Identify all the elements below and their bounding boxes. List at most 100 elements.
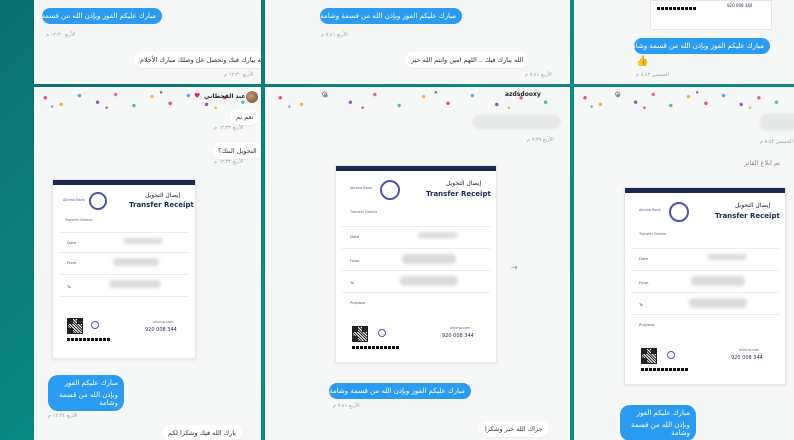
receipt-title-en: Transfer Receipt	[715, 212, 780, 220]
purpose-label: Purpose	[350, 300, 366, 305]
timestamp: الأربع ١٢:٣٢ م	[214, 159, 244, 165]
bank-phone: 920 008 344	[731, 355, 763, 361]
bank-logo-icon	[91, 321, 99, 329]
qr-code-icon	[67, 318, 83, 334]
divider	[631, 314, 779, 315]
barcode	[67, 338, 111, 341]
message-in[interactable]: جزاك الله خير وشكرا	[479, 421, 549, 437]
settings-icon[interactable]: ⚙	[321, 90, 328, 99]
message-text: مبارك عليكم الفوز	[402, 12, 456, 20]
message-out[interactable]: مبارك عليكم الفوز وبإذن الله من قسمة وشا…	[320, 8, 462, 24]
redacted-value	[109, 280, 161, 288]
bank-phone: 920 008 344	[442, 333, 474, 339]
bank-name: Alinma Bank	[63, 198, 86, 202]
message-text: وبإذن الله من قسمة وشامة	[58, 391, 118, 407]
message-in[interactable]: الله يبارك فيك ونحصل عل وصلك مبارك الأحل…	[134, 52, 261, 68]
from-label: From	[639, 280, 649, 285]
message-text: الله يبارك فيك .. اللهم امين وانتم الله …	[411, 56, 524, 64]
message-text: مبارك عليكم الفوز	[710, 42, 764, 50]
chat-panel-top-left: مبارك عليكم الفوز وبإذن الله من قسمة وشا…	[34, 0, 261, 84]
redacted-message	[760, 113, 794, 131]
bank-phone: 920 008 344	[145, 327, 177, 333]
to-label: To	[639, 302, 643, 307]
divider	[342, 292, 490, 293]
redacted-value	[689, 298, 747, 308]
divider	[631, 270, 779, 271]
settings-icon[interactable]: ⚙	[614, 90, 621, 99]
username: azdsdooxy	[505, 91, 541, 98]
message-out[interactable]: مبارك عليكم الفوز وبإذن الله من قسمة وشا…	[329, 383, 471, 399]
bank-name: Alinma Bank	[350, 186, 373, 190]
receipt-header-bar	[53, 180, 195, 185]
heart-icon: ♥	[194, 92, 201, 100]
redacted-value	[400, 276, 458, 286]
chat-panel-mid-right: ⚙ الخميس ٥:٤٢ م تم ابلاغ الفائز إيصال ال…	[574, 87, 794, 440]
divider	[342, 226, 490, 227]
redacted-value	[691, 276, 745, 286]
message-text: نعم تم	[236, 113, 254, 121]
message-in[interactable]: الله يبارك فيك .. اللهم امين وانتم الله …	[405, 52, 530, 68]
to-label: To	[67, 284, 71, 289]
message-text: وبإذن الله من قسمة وشامة	[630, 421, 690, 437]
redacted-value	[402, 254, 456, 264]
message-in[interactable]: بارك الله فيك وشكرا لكم	[162, 425, 242, 440]
bank-website: alinma.com	[739, 348, 760, 352]
chat-panel-mid-middle: azdsdooxy ⚙ الأربع ٧:٣٩ م إيصال التحويل …	[265, 87, 570, 440]
divider	[342, 248, 490, 249]
message-text: تم ابلاغ الفائز	[744, 159, 781, 167]
message-out[interactable]: مبارك عليكم الفوز وبإذن الله من قسمة وشا…	[34, 8, 162, 24]
date-label: Date	[67, 240, 77, 245]
bank-logo-icon	[89, 192, 107, 210]
message-text: مبارك عليكم الفوز	[64, 379, 118, 387]
chat-panel-top-right: 920 008 344 مبارك عليكم الفوز وبإذن الله…	[574, 0, 794, 84]
barcode	[352, 346, 400, 349]
message-in[interactable]: التحويل البنك؟	[212, 143, 261, 159]
receipt-header-bar	[625, 188, 785, 193]
divider	[59, 274, 189, 275]
message-text: الله يبارك فيك ونحصل عل وصلك مبارك الأحل…	[140, 56, 261, 64]
transfer-receipt[interactable]: إيصال التحويل Transfer Receipt Alinma Ba…	[335, 165, 497, 363]
message-text: مبارك عليكم الفوز	[411, 387, 465, 395]
timestamp: الأربع ١٢:٣٤ م	[48, 413, 78, 419]
receipt-title-ar: إيصال التحويل	[145, 192, 181, 199]
message-out[interactable]: مبارك عليكم الفوز وبإذن الله من قسمة وشا…	[48, 375, 124, 411]
bank-website: alinma.com	[450, 326, 471, 330]
timestamp: الأربع ١٢:٣٠ م	[46, 32, 76, 38]
message-text: وبإذن الله من قسمة وشامة	[628, 42, 709, 50]
receipt-fragment: 920 008 344	[650, 0, 772, 30]
message-in[interactable]: تم ابلاغ الفائز	[738, 155, 786, 171]
to-label: To	[350, 280, 354, 285]
redacted-value	[707, 254, 747, 260]
divider	[342, 270, 490, 271]
bank-name: Alinma Bank	[639, 208, 662, 212]
purpose-label: Purpose	[639, 322, 655, 327]
chat-panel-top-middle: مبارك عليكم الفوز وبإذن الله من قسمة وشا…	[265, 0, 570, 84]
timestamp: الأربع ٧:٤١ م	[333, 403, 360, 409]
message-out[interactable]: مبارك عليكم الفوز وبإذن الله من قسمة وشا…	[628, 38, 770, 54]
bank-logo-icon	[667, 351, 675, 359]
message-in[interactable]: نعم تم	[230, 109, 260, 125]
redacted-message	[473, 115, 561, 129]
qr-code-icon	[641, 348, 657, 364]
divider	[59, 232, 189, 233]
message-text: جزاك الله خير وشكرا	[485, 425, 543, 433]
transfer-receipt[interactable]: إيصال التحويل Transfer Receipt Alinma Ba…	[624, 187, 786, 385]
timestamp: الخميس ٥:٤٢ م	[760, 139, 793, 145]
message-text: وبإذن الله من قسمة وشامة	[329, 387, 410, 395]
transfer-receipt[interactable]: إيصال التحويل Transfer Receipt Alinma Ba…	[52, 179, 196, 359]
divider	[59, 252, 189, 253]
date-label: Date	[350, 234, 360, 239]
timestamp: الأربع ١٢:٣٢ م	[214, 125, 244, 131]
divider	[631, 248, 779, 249]
forward-icon[interactable]: ⇢	[511, 263, 518, 272]
divider	[631, 292, 779, 293]
redacted-value	[123, 238, 163, 244]
message-out[interactable]: مبارك عليكم الفوز وبإذن الله من قسمة وشا…	[620, 405, 696, 440]
avatar[interactable]	[246, 91, 258, 103]
message-text: مبارك عليكم الفوز	[102, 12, 156, 20]
confetti-decoration	[574, 89, 794, 111]
barcode	[641, 368, 689, 371]
receipt-header-bar	[336, 166, 496, 171]
chat-panel-mid-left: عبد القحطاني ♥ نعم تم الأربع ١٢:٣٢ م الت…	[34, 87, 261, 440]
qr-code-icon	[352, 326, 368, 342]
